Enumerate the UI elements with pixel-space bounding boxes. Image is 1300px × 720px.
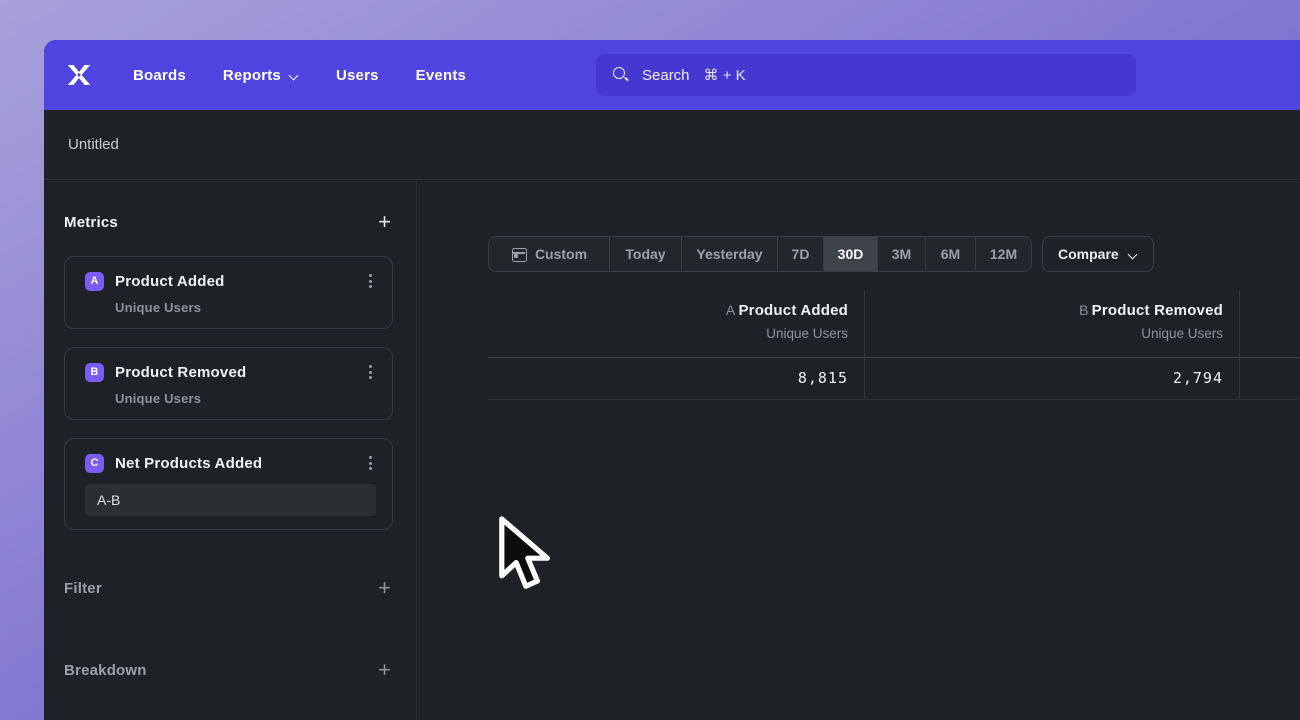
- column-header-b[interactable]: BProduct Removed Unique Users: [865, 290, 1240, 357]
- search-shortcut: ⌘ + K: [704, 66, 746, 84]
- doc-header: Untitled: [44, 110, 1300, 180]
- kebab-menu-icon[interactable]: [365, 362, 376, 382]
- add-breakdown-button[interactable]: +: [376, 660, 393, 680]
- metric-badge-c: C: [85, 454, 104, 473]
- value-cell-b[interactable]: 2,794: [865, 358, 1240, 399]
- table-value-row: 8,815 2,794: [488, 358, 1300, 400]
- search-input[interactable]: Search ⌘ + K: [596, 54, 1136, 96]
- breakdown-section: Breakdown +: [64, 658, 393, 682]
- column-subtitle: Unique Users: [488, 326, 848, 341]
- compare-button[interactable]: Compare: [1042, 236, 1154, 272]
- range-option-label: Custom: [535, 246, 587, 262]
- breakdown-label: Breakdown: [64, 662, 147, 679]
- metric-value: 2,794: [1173, 369, 1223, 387]
- add-metric-button[interactable]: +: [376, 212, 393, 232]
- nav-item-reports-label: Reports: [223, 67, 281, 84]
- nav-item-boards[interactable]: Boards: [133, 67, 186, 84]
- metric-badge-a: A: [85, 272, 104, 291]
- column-subtitle: Unique Users: [865, 326, 1223, 341]
- metric-title: Net Products Added: [115, 455, 262, 472]
- metric-title: Product Added: [115, 273, 225, 290]
- filter-label: Filter: [64, 580, 102, 597]
- kebab-menu-icon[interactable]: [365, 453, 376, 473]
- chevron-down-icon: [1128, 249, 1138, 259]
- column-prefix: A: [726, 302, 736, 318]
- column-title: Product Removed: [1092, 302, 1223, 319]
- calendar-icon: [511, 246, 527, 262]
- range-option-7d[interactable]: 7D: [777, 237, 823, 271]
- metrics-header: Metrics +: [64, 210, 393, 234]
- metric-badge-b: B: [85, 363, 104, 382]
- metric-card-c[interactable]: C Net Products Added A-B: [64, 438, 393, 530]
- nav-item-users[interactable]: Users: [336, 67, 379, 84]
- table-header-row: AProduct Added Unique Users BProduct Rem…: [488, 290, 1300, 358]
- metric-card-b[interactable]: B Product Removed Unique Users: [64, 347, 393, 420]
- metric-card-a[interactable]: A Product Added Unique Users: [64, 256, 393, 329]
- nav-item-reports[interactable]: Reports: [223, 67, 299, 84]
- filter-section: Filter +: [64, 576, 393, 600]
- column-prefix: B: [1079, 302, 1089, 318]
- app-window: Boards Reports Users Events Search ⌘ + K…: [44, 40, 1300, 720]
- page-title[interactable]: Untitled: [68, 136, 119, 153]
- chevron-down-icon: [289, 70, 299, 80]
- range-option-today[interactable]: Today: [609, 237, 681, 271]
- nav-item-events[interactable]: Events: [416, 67, 466, 84]
- results-table: AProduct Added Unique Users BProduct Rem…: [488, 290, 1300, 400]
- mixpanel-logo-icon[interactable]: [62, 59, 96, 91]
- kebab-menu-icon[interactable]: [365, 271, 376, 291]
- mouse-cursor-icon: [497, 515, 551, 596]
- metric-subtitle[interactable]: Unique Users: [115, 300, 376, 315]
- column-header-partial: [1240, 290, 1300, 357]
- date-range-control: Custom Today Yesterday 7D 30D 3M 6M 12M: [488, 236, 1032, 272]
- range-option-yesterday[interactable]: Yesterday: [681, 237, 777, 271]
- sidebar: Metrics + A Product Added Unique Users B…: [44, 180, 417, 720]
- range-option-12m[interactable]: 12M: [975, 237, 1031, 271]
- top-nav: Boards Reports Users Events Search ⌘ + K: [44, 40, 1300, 110]
- metrics-label: Metrics: [64, 214, 118, 231]
- compare-label: Compare: [1058, 246, 1119, 262]
- range-option-30d-selected[interactable]: 30D: [823, 237, 877, 271]
- metric-title: Product Removed: [115, 364, 246, 381]
- range-option-custom[interactable]: Custom: [489, 237, 609, 271]
- metric-value: 8,815: [798, 369, 848, 387]
- metric-subtitle[interactable]: Unique Users: [115, 391, 376, 406]
- value-cell-a[interactable]: 8,815: [488, 358, 865, 399]
- main-panel: Custom Today Yesterday 7D 30D 3M 6M 12M …: [417, 180, 1300, 720]
- value-cell-partial: [1240, 358, 1300, 399]
- formula-input[interactable]: A-B: [85, 484, 376, 516]
- search-icon: [612, 66, 630, 84]
- range-option-3m[interactable]: 3M: [877, 237, 925, 271]
- column-title: Product Added: [738, 302, 848, 319]
- search-placeholder: Search: [642, 67, 690, 84]
- column-header-a[interactable]: AProduct Added Unique Users: [488, 290, 865, 357]
- add-filter-button[interactable]: +: [376, 578, 393, 598]
- range-option-6m[interactable]: 6M: [925, 237, 975, 271]
